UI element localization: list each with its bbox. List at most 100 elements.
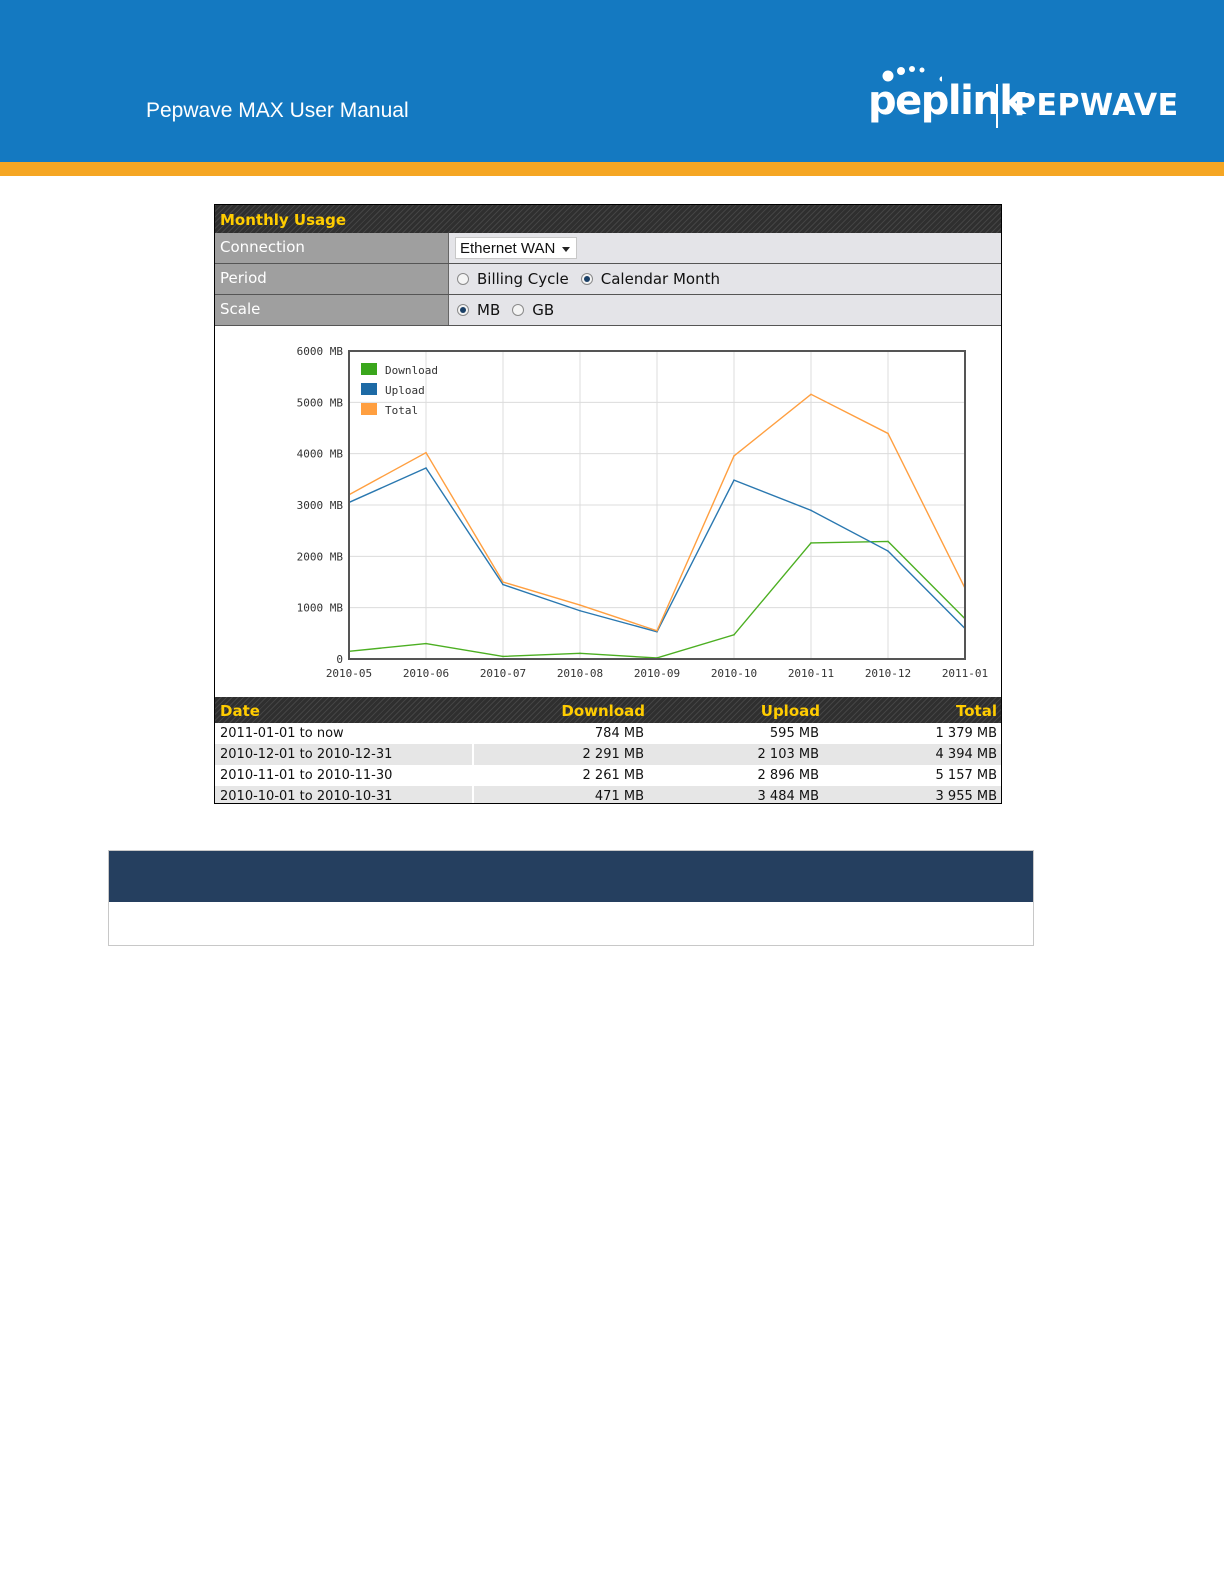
radio-scale-mb[interactable]: [457, 304, 469, 316]
column-header-download: Download: [561, 702, 645, 720]
data-point-download: [733, 634, 735, 636]
cell-total: 1 379 MB: [935, 726, 997, 741]
data-point-total: [656, 629, 658, 632]
y-tick-label: 4000 MB: [297, 448, 344, 461]
callout-header-bar: [109, 851, 1033, 902]
legend-swatch-download: [361, 363, 377, 375]
cell-date: 2010-11-01 to 2010-11-30: [220, 768, 393, 783]
table-row: 2010-10-01 to 2010-10-31 471 MB 3 484 MB…: [215, 786, 1001, 803]
note-callout-box: [108, 850, 1034, 946]
data-point-upload: [887, 550, 889, 552]
data-point-total: [579, 604, 581, 606]
usage-line-chart-svg: 0 1000 MB 2000 MB 3000 MB 4000 MB 5000 MB 6000…: [297, 345, 989, 680]
data-point-download: [579, 652, 581, 655]
radio-label-billing-cycle: Billing Cycle: [477, 270, 569, 288]
period-row: Period Billing Cycle Calendar Month: [215, 264, 1001, 295]
connection-row: Connection Ethernet WAN: [215, 233, 1001, 264]
x-tick-label: 2010-08: [557, 667, 603, 680]
data-point-total: [887, 432, 889, 435]
cell-date: 2011-01-01 to now: [220, 726, 344, 741]
period-label: Period: [215, 264, 449, 294]
radio-calendar-month[interactable]: [580, 273, 593, 285]
y-tick-label: 3000 MB: [297, 499, 344, 512]
data-point-total: [810, 393, 812, 396]
cell-upload: 2 103 MB: [649, 744, 824, 765]
cell-date: 2010-12-01 to 2010-12-31: [215, 744, 472, 765]
legend-swatch-upload: [361, 383, 377, 395]
y-tick-label: 1000 MB: [297, 602, 344, 615]
page-header-banner: Pepwave MAX User Manual peplink PEPWAVE: [0, 0, 1224, 162]
column-header-upload: Upload: [760, 702, 820, 720]
cell-download: 784 MB: [594, 726, 644, 741]
y-tick-label: 0: [336, 653, 343, 666]
legend-label-total: Total: [385, 404, 418, 417]
connection-value-cell: Ethernet WAN: [449, 233, 1001, 263]
radio-scale-gb[interactable]: [512, 304, 525, 316]
radio-billing-cycle[interactable]: [457, 273, 469, 285]
cell-total: 3 955 MB: [824, 786, 1001, 803]
legend-label-upload: Upload: [385, 384, 425, 397]
data-point-download: [810, 542, 812, 544]
data-point-upload: [579, 609, 581, 612]
data-point-total: [733, 455, 735, 457]
column-header-date: Date: [220, 702, 260, 720]
usage-table-body: 2011-01-01 to now 784 MB 595 MB 1 379 MB…: [215, 723, 1001, 803]
y-tick-label: 6000 MB: [297, 345, 344, 358]
data-point-upload: [502, 583, 504, 586]
data-point-upload: [425, 467, 427, 469]
legend-swatch-total: [361, 403, 377, 415]
x-tick-label: 2010-10: [711, 667, 757, 680]
logo-divider: [996, 84, 998, 128]
data-point-download: [502, 655, 504, 658]
chevron-down-icon: [562, 247, 570, 252]
manual-title: Pepwave MAX User Manual: [146, 99, 409, 122]
table-row: 2010-11-01 to 2010-11-30 2 261 MB 2 896 …: [215, 765, 1001, 786]
scale-radio-group: MB GB: [457, 301, 566, 319]
cell-download: 2 261 MB: [582, 768, 644, 783]
period-value-cell: Billing Cycle Calendar Month: [449, 264, 1001, 294]
data-point-total: [502, 581, 504, 583]
peplink-pepwave-logo: peplink PEPWAVE: [868, 62, 1188, 134]
cell-upload: 3 484 MB: [649, 786, 824, 803]
data-point-download: [425, 642, 427, 645]
radio-label-calendar-month: Calendar Month: [600, 270, 720, 288]
panel-title: Monthly Usage: [215, 205, 1001, 233]
y-tick-label: 2000 MB: [297, 550, 344, 563]
x-tick-label: 2010-11: [788, 667, 834, 680]
radio-label-gb: GB: [532, 301, 555, 319]
radio-label-mb: MB: [477, 301, 501, 319]
connection-label: Connection: [215, 233, 449, 263]
header-accent-stripe: [0, 162, 1224, 176]
data-point-upload: [810, 509, 812, 512]
cell-total: 5 157 MB: [935, 768, 997, 783]
connection-select[interactable]: Ethernet WAN: [455, 237, 577, 259]
y-tick-label: 5000 MB: [297, 396, 344, 409]
x-tick-label: 2010-12: [865, 667, 911, 680]
scale-value-cell: MB GB: [449, 295, 1001, 325]
x-tick-label: 2010-06: [403, 667, 449, 680]
usage-table-header: Date Download Upload Total: [215, 697, 1001, 723]
cell-upload: 2 896 MB: [757, 768, 819, 783]
legend-label-download: Download: [385, 364, 438, 377]
x-tick-label: 2011-01: [942, 667, 988, 680]
monthly-usage-panel: Monthly Usage Connection Ethernet WAN Pe…: [214, 204, 1002, 804]
x-tick-label: 2010-07: [480, 667, 526, 680]
cell-date: 2010-10-01 to 2010-10-31: [215, 786, 472, 803]
data-point-total: [425, 451, 427, 454]
period-radio-group: Billing Cycle Calendar Month: [457, 270, 732, 288]
scale-row: Scale MB GB: [215, 295, 1001, 326]
x-tick-label: 2010-09: [634, 667, 680, 680]
logo-peplink-wordmark: peplink: [868, 78, 1026, 124]
cell-download: 471 MB: [474, 786, 649, 803]
logo-pepwave-wordmark: PEPWAVE: [1014, 88, 1179, 123]
cell-total: 4 394 MB: [824, 744, 1001, 765]
monthly-usage-chart: 0 1000 MB 2000 MB 3000 MB 4000 MB 5000 MB 6000…: [215, 327, 1001, 697]
scale-label: Scale: [215, 295, 449, 325]
data-point-download: [887, 540, 889, 543]
table-row: 2010-12-01 to 2010-12-31 2 291 MB 2 103 …: [215, 744, 1001, 765]
cell-download: 2 291 MB: [474, 744, 649, 765]
connection-selected-value: Ethernet WAN: [460, 240, 556, 257]
column-header-total: Total: [956, 702, 997, 720]
x-tick-label: 2010-05: [326, 667, 372, 680]
cell-upload: 595 MB: [769, 726, 819, 741]
